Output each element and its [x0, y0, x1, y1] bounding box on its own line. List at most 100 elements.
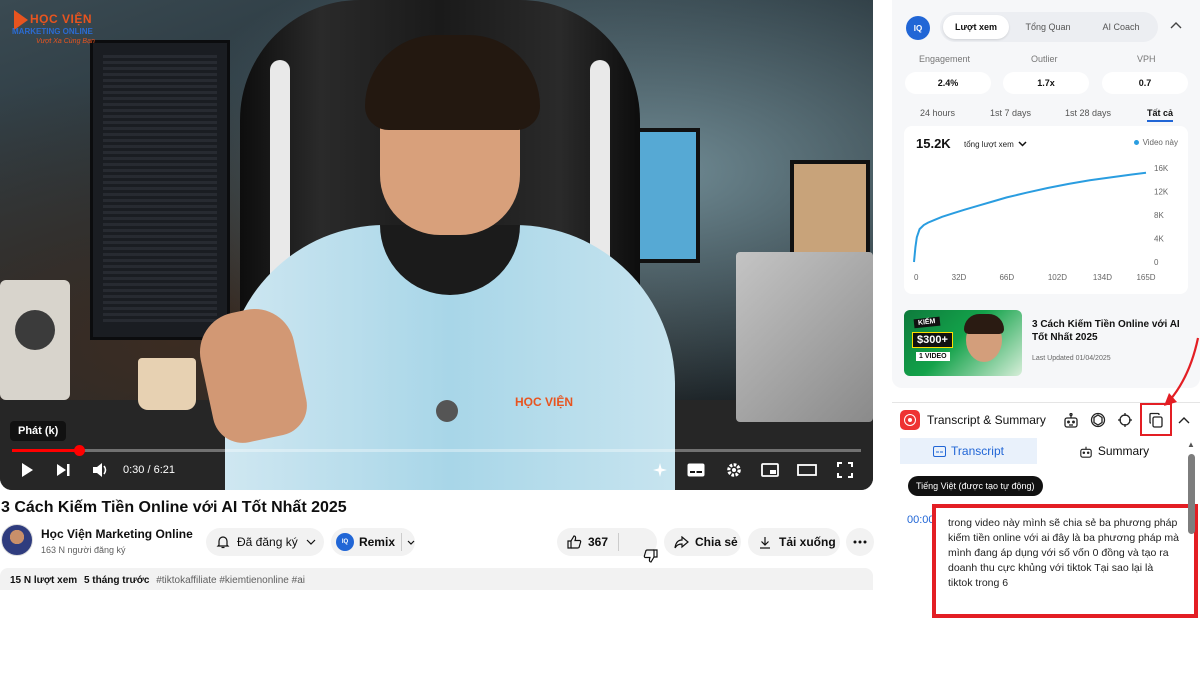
range-all[interactable]: Tất cả	[1147, 108, 1174, 122]
analytics-panel: IQ Lượt xem Tổng Quan AI Coach Engagemen…	[892, 0, 1200, 388]
subtitles-icon[interactable]	[684, 458, 708, 482]
transcript-app-icon	[900, 410, 920, 430]
y-tick-label: 8K	[1154, 211, 1164, 220]
chevron-down-icon	[306, 539, 316, 545]
related-video-thumbnail[interactable]: KIẾM $300+ 1 VIDEO	[904, 310, 1022, 376]
like-icon[interactable]	[567, 535, 582, 549]
video-player[interactable]: HỌC VIỆN HỌC VIỆN MARKETING ONLINE Vượt …	[0, 0, 873, 490]
metric-vph-value: 0.7	[1102, 72, 1188, 94]
channel-name[interactable]: Học Viện Marketing Online	[41, 527, 193, 541]
settings-gear-icon[interactable]	[722, 458, 746, 482]
x-tick-label: 102D	[1048, 273, 1067, 282]
share-label: Chia sẻ	[695, 535, 738, 549]
range-24-hours[interactable]: 24 hours	[920, 108, 955, 118]
metric-dropdown[interactable]: tổng lượt xem	[960, 136, 1031, 152]
tab-summary[interactable]: Summary	[1040, 438, 1188, 464]
theater-icon[interactable]	[794, 458, 820, 482]
upload-age: 5 tháng trước	[83, 575, 150, 586]
y-tick-label: 12K	[1154, 188, 1169, 197]
video-title: 3 Cách Kiếm Tiền Online với AI Tốt Nhất …	[1, 499, 347, 516]
more-actions-button[interactable]	[846, 528, 874, 556]
robot-icon	[1080, 446, 1092, 458]
tab-summary-label: Summary	[1097, 444, 1150, 458]
chevron-down-icon	[1018, 141, 1027, 147]
x-tick-label: 32D	[952, 273, 967, 282]
subscriber-count: 163 N người đăng ký	[41, 545, 126, 555]
more-horizontal-icon	[853, 540, 867, 544]
scrollbar-thumb[interactable]	[1188, 454, 1195, 534]
tab-luot-xem[interactable]: Lượt xem	[943, 15, 1009, 39]
scroll-up-icon[interactable]: ▲	[1187, 440, 1195, 449]
thumb-face	[964, 314, 1004, 362]
metric-vph-label: VPH	[1137, 54, 1156, 64]
view-count: 15 N lượt xem	[10, 575, 78, 586]
thumb-text-kiem: KIẾM	[913, 316, 940, 329]
thumb-text-money: $300+	[912, 332, 953, 348]
video-frame-microphone	[436, 400, 458, 422]
y-tick-label: 0	[1154, 258, 1159, 267]
video-frame-speaker	[0, 280, 70, 400]
x-tick-label: 66D	[999, 273, 1014, 282]
time-display: 0:30 / 6:21	[123, 464, 175, 476]
ai-sparkle-icon[interactable]	[648, 458, 672, 482]
metric-outlier-label: Outlier	[1031, 54, 1058, 64]
transcript-highlight-box: trong video này mình sẽ chia sẻ ba phươn…	[932, 504, 1198, 618]
fullscreen-icon[interactable]	[832, 458, 858, 482]
legend-label: Video này	[1142, 138, 1178, 147]
like-count: 367	[588, 535, 609, 549]
dislike-icon[interactable]	[628, 535, 658, 563]
transcript-title: Transcript & Summary	[927, 413, 1046, 427]
bell-icon	[216, 535, 230, 549]
play-icon[interactable]	[14, 458, 40, 482]
thumb-text-video: 1 VIDEO	[916, 352, 950, 361]
share-button[interactable]: Chia sẻ	[664, 528, 741, 556]
robot-icon[interactable]	[1062, 411, 1080, 429]
y-tick-label: 4K	[1154, 235, 1164, 244]
transcript-subtabs: Transcript Summary	[900, 438, 1188, 464]
remix-label: Remix	[358, 535, 395, 549]
iq-icon: IQ	[336, 533, 354, 551]
subscribed-button[interactable]: Đã đăng ký	[206, 528, 324, 556]
language-chip[interactable]: Tiếng Việt (được tạo tự động)	[908, 476, 1043, 496]
range-28-days[interactable]: 1st 28 days	[1065, 108, 1111, 118]
metric-engagement-value: 2.4%	[905, 72, 991, 94]
progress-bar[interactable]	[12, 445, 861, 456]
iq-logo: IQ	[906, 16, 930, 40]
volume-icon[interactable]	[88, 458, 114, 482]
video-frame-mug	[138, 358, 196, 410]
next-icon[interactable]	[50, 458, 76, 482]
chevron-up-icon[interactable]	[1170, 18, 1182, 32]
transcript-timestamp[interactable]: 00:00	[907, 514, 935, 526]
description-box[interactable]: 15 N lượt xem 5 tháng trước #tiktokaffil…	[0, 568, 873, 590]
chevron-up-icon[interactable]	[1175, 411, 1193, 429]
x-tick-label: 165D	[1136, 273, 1155, 282]
play-tooltip: Phát (k)	[10, 421, 67, 441]
download-button[interactable]: Tải xuống	[748, 528, 840, 556]
subscribed-label: Đã đăng ký	[237, 535, 298, 549]
metric-dropdown-label: tổng lượt xem	[964, 139, 1014, 149]
channel-avatar[interactable]	[1, 524, 33, 556]
total-views: 15.2K	[916, 136, 951, 151]
x-tick-label: 134D	[1093, 273, 1112, 282]
metric-engagement-label: Engagement	[919, 54, 971, 64]
openai-icon[interactable]	[1089, 411, 1107, 429]
share-icon	[674, 535, 689, 549]
tab-tong-quan[interactable]: Tổng Quan	[1012, 15, 1084, 39]
tab-transcript[interactable]: Transcript	[900, 438, 1037, 464]
like-dislike-group: 367	[557, 528, 658, 563]
range-7-days[interactable]: 1st 7 days	[990, 108, 1031, 118]
annotation-arrow-icon	[1164, 337, 1200, 406]
tab-ai-coach[interactable]: AI Coach	[1086, 15, 1156, 39]
transcript-scrollbar[interactable]: ▲	[1187, 440, 1196, 590]
miniplayer-icon[interactable]	[758, 458, 782, 482]
download-icon	[759, 536, 771, 549]
chevron-down-icon[interactable]	[407, 540, 415, 545]
hashtags[interactable]: #tiktokaffiliate #kiemtienonline #ai	[156, 575, 305, 586]
views-line-chart: 0 4K 8K 12K 16K 0 32D 66D 102D 134D 165D	[913, 164, 1169, 282]
player-controls: 0:30 / 6:21	[0, 455, 873, 485]
metric-outlier-value: 1.7x	[1003, 72, 1089, 94]
channel-watermark-logo: HỌC VIỆN MARKETING ONLINE Vượt Xa Cùng B…	[12, 10, 95, 45]
crosshair-icon[interactable]	[1116, 411, 1134, 429]
y-tick-label: 16K	[1154, 164, 1169, 173]
remix-button[interactable]: IQ Remix	[331, 528, 415, 556]
